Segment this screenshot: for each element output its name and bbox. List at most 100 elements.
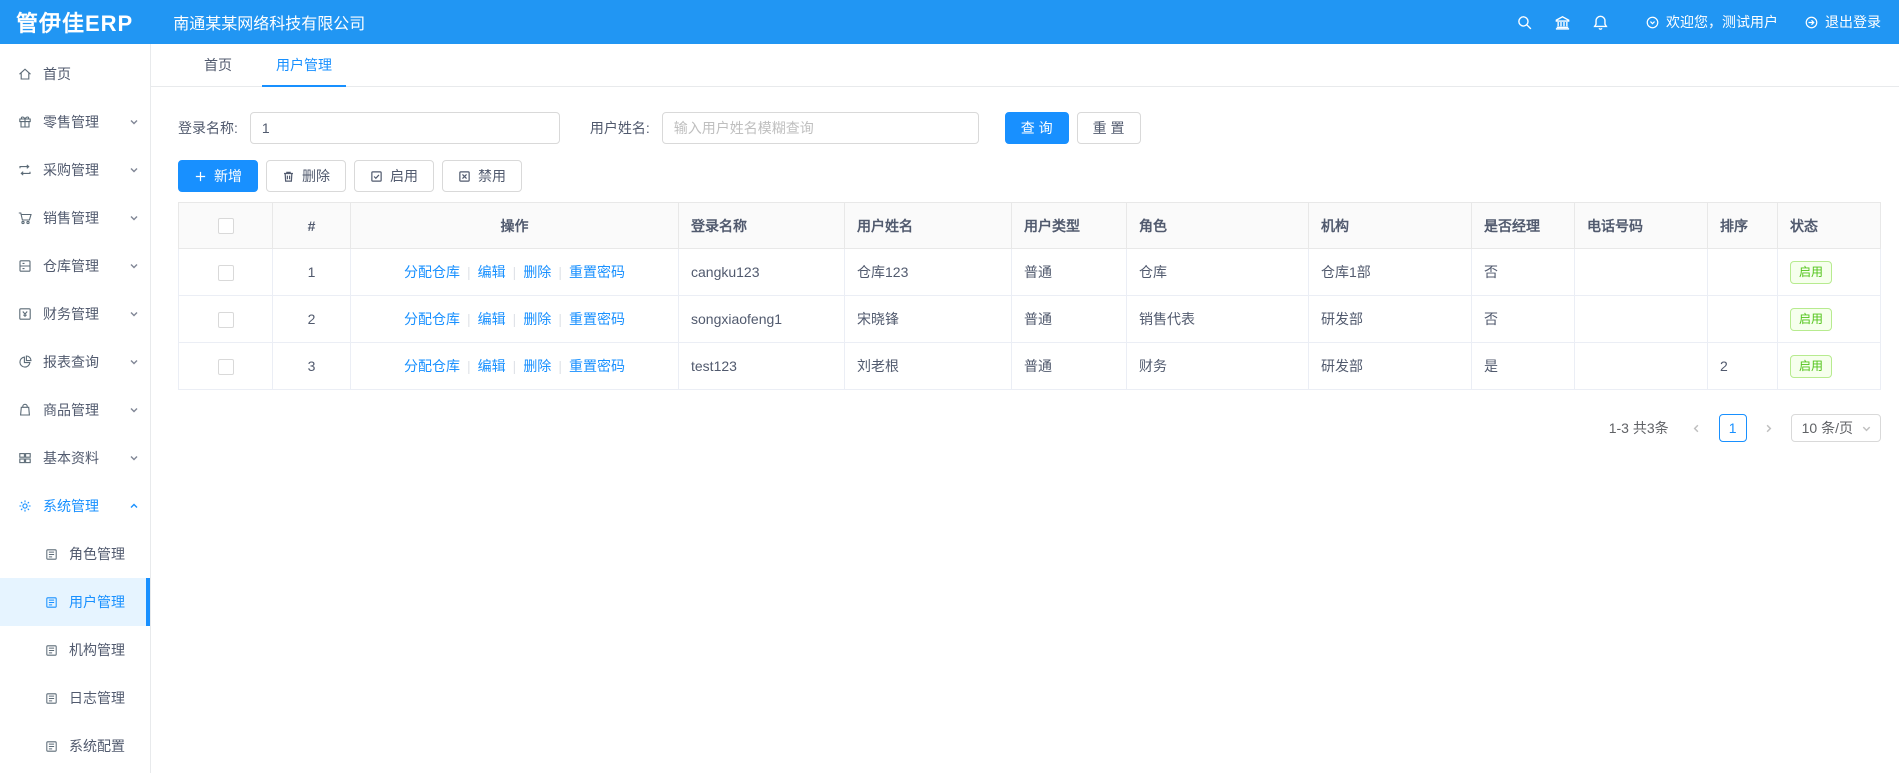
reset-button[interactable]: 重 置: [1076, 112, 1141, 144]
list-icon: [46, 692, 57, 704]
actions-header: 操作: [350, 202, 679, 249]
grid-icon: [19, 453, 31, 464]
cell-index: 3: [272, 342, 351, 390]
next-page-button[interactable]: [1755, 414, 1783, 442]
welcome-text: 欢迎您，测试用户: [1666, 14, 1778, 30]
edit-link[interactable]: 编辑: [478, 311, 506, 327]
topbar: 管伊佳ERP 南通某某网络科技有限公司 欢迎您，测试用户 退出登录: [0, 0, 1899, 44]
row-checkbox[interactable]: [217, 358, 234, 375]
status-header: 状态: [1777, 202, 1881, 249]
cell-manager: 是: [1471, 342, 1575, 390]
chevron-down-icon: [130, 360, 138, 365]
tab-user-management[interactable]: 用户管理: [254, 44, 354, 87]
login-header: 登录名称: [678, 202, 845, 249]
prev-page-button[interactable]: [1683, 414, 1711, 442]
edit-link[interactable]: 编辑: [478, 358, 506, 374]
sidebar-subitem-role[interactable]: 角色管理: [0, 530, 150, 578]
cell-phone: [1574, 295, 1708, 343]
cell-type: 普通: [1011, 248, 1127, 296]
assign-warehouse-link[interactable]: 分配仓库: [404, 264, 460, 280]
sidebar-item-system[interactable]: 系统管理: [0, 482, 150, 530]
chevron-down-icon: [130, 264, 138, 269]
phone-header: 电话号码: [1574, 202, 1708, 249]
name-header: 用户姓名: [844, 202, 1012, 249]
cell-index: 2: [272, 295, 351, 343]
sidebar-subitem-config[interactable]: 系统配置: [0, 722, 150, 770]
select-all-header: [178, 202, 273, 249]
gift-icon: [19, 116, 31, 128]
bank-icon[interactable]: [1543, 0, 1581, 44]
delete-link[interactable]: 删除: [523, 358, 551, 374]
table-row: 1 分配仓库 | 编辑 | 删除 | 重置密码 cangku123 仓库123 普通 仓库 …: [178, 248, 1881, 296]
sidebar-item-finance[interactable]: 财务管理: [0, 290, 150, 338]
search-button[interactable]: 查 询: [1004, 112, 1069, 144]
cell-name: 仓库123: [844, 248, 1012, 296]
reset-password-link[interactable]: 重置密码: [569, 264, 625, 280]
user-name-label: 用户姓名:: [589, 120, 650, 136]
page-number-button[interactable]: 1: [1718, 414, 1747, 442]
sidebar-item-report[interactable]: 报表查询: [0, 338, 150, 386]
user-table: # 操作 登录名称 用户姓名 用户类型 角色 机构 是否经理 电话号码 排序 状…: [178, 202, 1881, 390]
select-all-checkbox[interactable]: [217, 218, 234, 235]
row-checkbox[interactable]: [217, 311, 234, 328]
disable-button[interactable]: 禁用: [442, 160, 522, 192]
sidebar-subitem-log[interactable]: 日志管理: [0, 674, 150, 722]
filter-bar: 登录名称: 用户姓名: 查 询 重 置: [178, 112, 1881, 144]
cell-actions: 分配仓库 | 编辑 | 删除 | 重置密码: [350, 248, 679, 296]
chevron-down-icon: [130, 312, 138, 317]
reset-password-link[interactable]: 重置密码: [569, 358, 625, 374]
sidebar-item-retail[interactable]: 零售管理: [0, 98, 150, 146]
list-icon: [46, 644, 57, 656]
sidebar-item-sales[interactable]: 销售管理: [0, 194, 150, 242]
delete-link[interactable]: 删除: [523, 311, 551, 327]
tab-home[interactable]: 首页: [182, 44, 254, 86]
user-name-input[interactable]: [661, 112, 979, 144]
app-logo: 管伊佳ERP: [16, 11, 134, 36]
row-checkbox[interactable]: [217, 264, 234, 281]
edit-link[interactable]: 编辑: [478, 264, 506, 280]
role-header: 角色: [1126, 202, 1309, 249]
sidebar-item-goods[interactable]: 商品管理: [0, 386, 150, 434]
cell-login: cangku123: [678, 248, 845, 296]
cell-role: 仓库: [1126, 248, 1309, 296]
user-welcome-dropdown[interactable]: 欢迎您，测试用户: [1645, 12, 1778, 32]
sidebar-item-warehouse[interactable]: 仓库管理: [0, 242, 150, 290]
sidebar-item-home[interactable]: 首页: [0, 50, 150, 98]
delete-link[interactable]: 删除: [523, 264, 551, 280]
logout-text: 退出登录: [1825, 14, 1881, 30]
login-name-label: 登录名称:: [178, 120, 238, 136]
chevron-down-icon: [130, 168, 138, 173]
cart-icon: [18, 212, 32, 225]
tabbar: 首页 用户管理: [151, 44, 1899, 87]
sidebar: 首页 零售管理 采购管理 销售管理 仓库管理 财务管理 报表查询 商品管理 基本…: [0, 44, 151, 773]
logout-button[interactable]: 退出登录: [1804, 12, 1881, 32]
chevron-left-icon: [1693, 424, 1699, 432]
add-button[interactable]: 新增: [178, 160, 258, 192]
bell-icon[interactable]: [1581, 0, 1619, 44]
assign-warehouse-link[interactable]: 分配仓库: [404, 358, 460, 374]
delete-button[interactable]: 删除: [266, 160, 346, 192]
chevron-right-icon: [1766, 424, 1772, 432]
cell-org: 研发部: [1308, 295, 1472, 343]
sidebar-item-basic-data[interactable]: 基本资料: [0, 434, 150, 482]
status-badge: 启用: [1790, 260, 1833, 284]
table-row: 2 分配仓库 | 编辑 | 删除 | 重置密码 songxiaofeng1 宋晓锋 普通 销…: [178, 295, 1881, 343]
reset-password-link[interactable]: 重置密码: [569, 311, 625, 327]
login-name-input[interactable]: [249, 112, 560, 144]
toolbar: 新增 删除 启用 禁用: [178, 160, 1881, 192]
sidebar-subitem-user[interactable]: 用户管理: [0, 578, 150, 626]
assign-warehouse-link[interactable]: 分配仓库: [404, 311, 460, 327]
sidebar-subitem-org[interactable]: 机构管理: [0, 626, 150, 674]
cell-actions: 分配仓库 | 编辑 | 删除 | 重置密码: [350, 295, 679, 343]
pagination-total: 1-3 共3条: [1608, 420, 1669, 436]
cell-status: 启用: [1777, 248, 1881, 296]
page-size-select[interactable]: 10 条/页: [1790, 414, 1881, 442]
enable-button[interactable]: 启用: [354, 160, 434, 192]
cell-role: 销售代表: [1126, 295, 1309, 343]
search-icon[interactable]: [1505, 0, 1543, 44]
type-header: 用户类型: [1011, 202, 1127, 249]
sidebar-item-purchase[interactable]: 采购管理: [0, 146, 150, 194]
home-icon: [19, 68, 31, 80]
cell-status: 启用: [1777, 295, 1881, 343]
storage-icon: [19, 260, 31, 272]
